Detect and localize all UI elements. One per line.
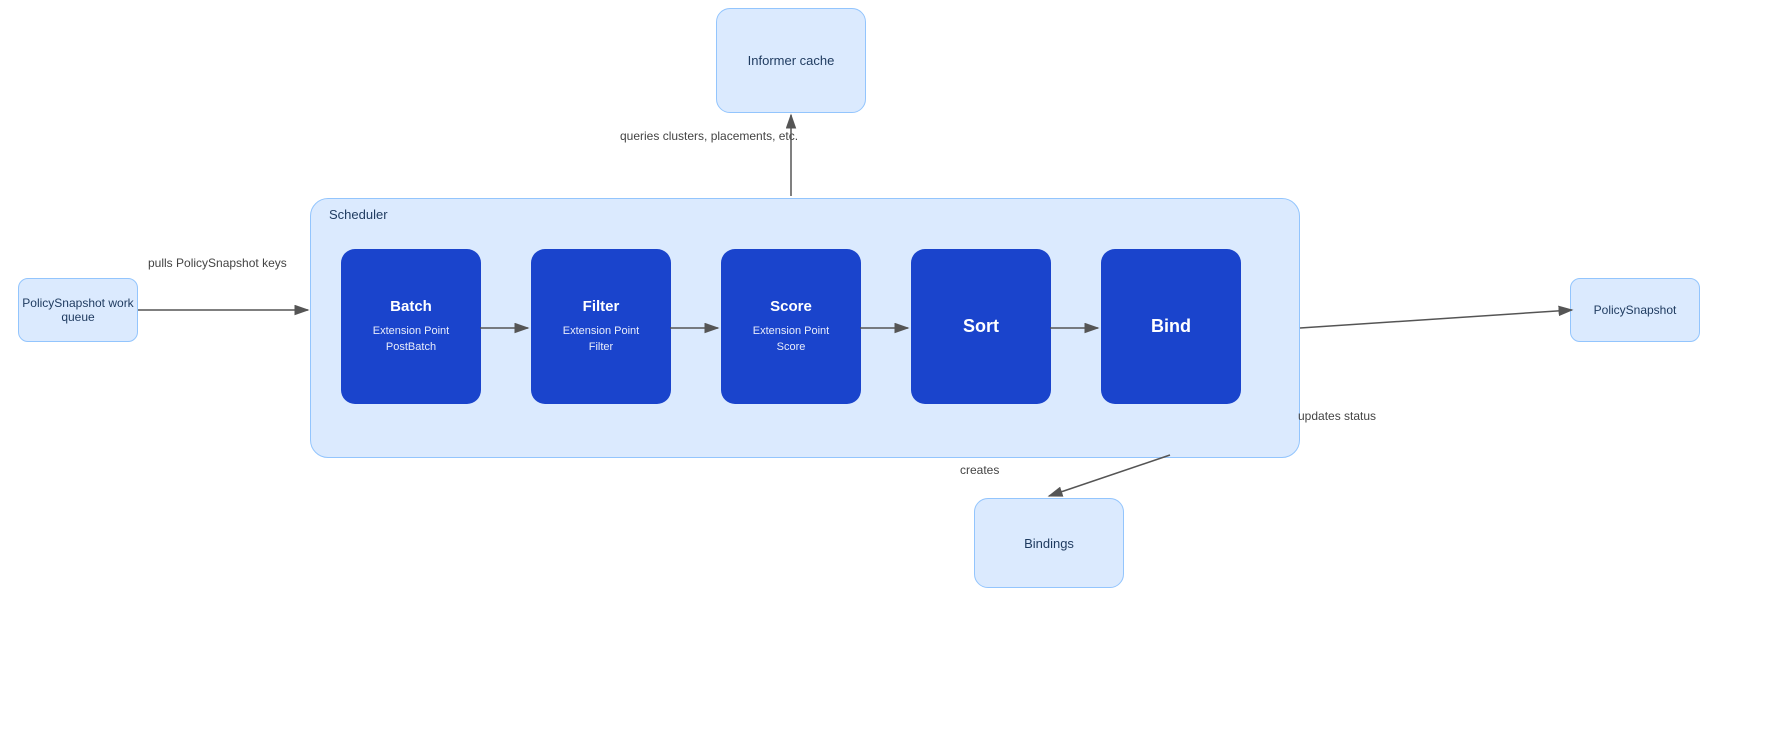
creates-label: creates [960,462,999,479]
informer-cache-label: Informer cache [748,53,835,68]
pulls-label: pulls PolicySnapshot keys [148,255,287,272]
scheduler-container: Scheduler Batch Extension PointPostBatch… [310,198,1300,458]
policy-snapshot-queue-label: PolicySnapshot work queue [19,296,137,324]
bindings-label: Bindings [1024,536,1074,551]
score-title: Score [770,298,812,316]
bind-step: Bind [1101,249,1241,404]
sort-step: Sort [911,249,1051,404]
bind-title: Bind [1151,316,1191,337]
score-subtitle: Extension PointScore [753,324,829,355]
batch-subtitle: Extension PointPostBatch [373,324,449,355]
bindings-box: Bindings [974,498,1124,588]
policy-snapshot-out-box: PolicySnapshot [1570,278,1700,342]
filter-title: Filter [583,298,620,316]
arrow-bind-bindings [1049,455,1170,496]
updates-label: updates status [1298,408,1376,425]
batch-title: Batch [390,298,432,316]
filter-step: Filter Extension PointFilter [531,249,671,404]
policy-snapshot-queue-box: PolicySnapshot work queue [18,278,138,342]
diagram-container: Informer cache PolicySnapshot work queue… [0,0,1780,732]
score-step: Score Extension PointScore [721,249,861,404]
arrow-bind-policysnap [1300,310,1572,328]
scheduler-label: Scheduler [329,207,388,222]
sort-title: Sort [963,316,999,337]
batch-step: Batch Extension PointPostBatch [341,249,481,404]
informer-cache-box: Informer cache [716,8,866,113]
filter-subtitle: Extension PointFilter [563,324,639,355]
policy-snapshot-out-label: PolicySnapshot [1594,303,1677,317]
queries-label: queries clusters, placements, etc. [620,128,798,145]
